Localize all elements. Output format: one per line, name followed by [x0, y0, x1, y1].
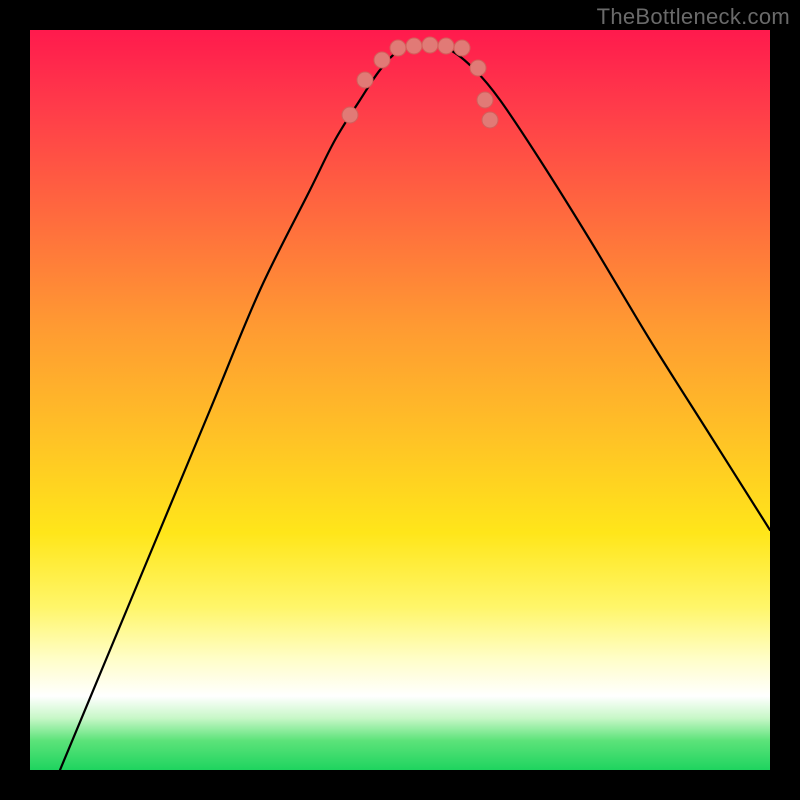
marker-dot — [390, 40, 406, 56]
marker-dot — [342, 107, 358, 123]
curve-layer — [30, 30, 770, 770]
marker-dot — [422, 37, 438, 53]
marker-dot — [477, 92, 493, 108]
marker-dot — [482, 112, 498, 128]
attribution-label: TheBottleneck.com — [597, 4, 790, 30]
marker-dots — [342, 37, 498, 128]
marker-dot — [470, 60, 486, 76]
marker-dot — [357, 72, 373, 88]
marker-dot — [406, 38, 422, 54]
chart-frame: TheBottleneck.com — [0, 0, 800, 800]
plot-area — [30, 30, 770, 770]
marker-dot — [374, 52, 390, 68]
marker-dot — [438, 38, 454, 54]
bottleneck-curve — [60, 45, 770, 770]
bottleneck-curve-path — [60, 45, 770, 770]
marker-dot — [454, 40, 470, 56]
